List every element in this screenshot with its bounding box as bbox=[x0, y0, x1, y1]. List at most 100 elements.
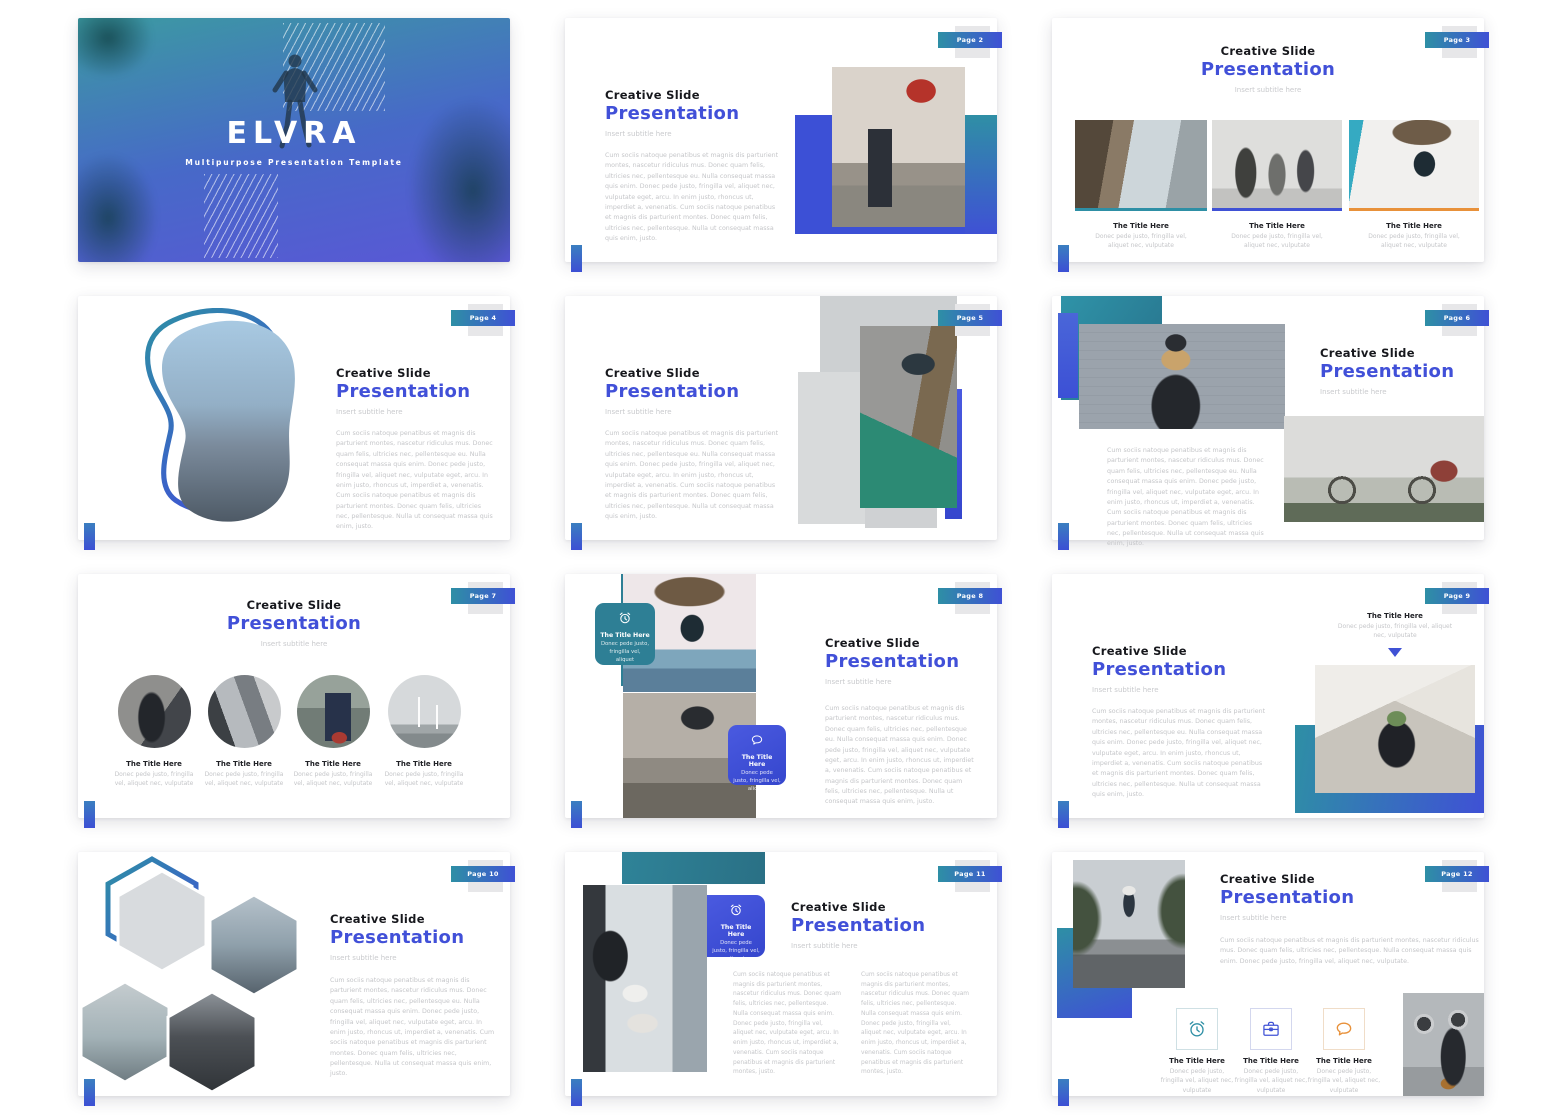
item-title: The Title Here bbox=[1335, 612, 1455, 620]
slide-title: Creative Slide bbox=[1220, 872, 1440, 886]
slide-4: Page 4 Creative Slide Presentation Inser… bbox=[78, 296, 510, 540]
hexagon-photo-collage bbox=[80, 856, 306, 1094]
item-text: Donec pede justo, fringilla vel, aliquet… bbox=[379, 770, 469, 789]
corner-accent-bar bbox=[1058, 1079, 1069, 1106]
slide-title: Creative Slide bbox=[330, 912, 500, 926]
item-caption: The Title Here Donec pede justo, fringil… bbox=[1335, 612, 1455, 641]
item-text: Donec pede justo, fringilla vel, aliquet… bbox=[1222, 232, 1332, 251]
slide-9: Page 9 The Title Here Donec pede justo, … bbox=[1052, 574, 1484, 818]
slide-title-accent: Presentation bbox=[605, 103, 805, 124]
corner-accent-bar bbox=[84, 1079, 95, 1106]
body-text: Cum sociis natoque penatibus et magnis d… bbox=[1220, 936, 1480, 967]
item-text: Donec pede justo, fringilla vel, aliquet… bbox=[199, 770, 289, 789]
slide-2: Page 2 Creative Slide Presentation Inser… bbox=[565, 18, 997, 262]
slide-subtitle: Insert subtitle here bbox=[78, 640, 510, 648]
collage-step-rect bbox=[865, 508, 937, 528]
slide-title: Creative Slide bbox=[1092, 644, 1292, 658]
slide-12: Page 12 Creative Slide Presentation Inse… bbox=[1052, 852, 1484, 1096]
body-text-column-1: Cum sociis natoque penatibus et magnis d… bbox=[733, 971, 843, 1078]
item-caption: The Title Here Donec pede justo, fringil… bbox=[1234, 1057, 1308, 1095]
slide-subtitle: Insert subtitle here bbox=[1052, 86, 1484, 94]
slide-title-accent: Presentation bbox=[336, 381, 501, 402]
title-block: Creative Slide Presentation Insert subti… bbox=[1220, 872, 1440, 922]
slide-7: Page 7 Creative Slide Presentation Inser… bbox=[78, 574, 510, 818]
slide-subtitle: Insert subtitle here bbox=[336, 408, 501, 416]
card-text: Donec pede justo, fringilla vel, aliquet bbox=[712, 940, 760, 964]
title-block: Creative Slide Presentation Insert subti… bbox=[605, 88, 805, 138]
slide-3: Page 3 Creative Slide Presentation Inser… bbox=[1052, 18, 1484, 262]
photo-camera-girl bbox=[860, 326, 957, 508]
corner-accent-bar bbox=[84, 801, 95, 828]
page-badge: Page 9 bbox=[1425, 588, 1489, 604]
slide-title: Creative Slide bbox=[605, 366, 805, 380]
photo-sitting-person bbox=[1315, 665, 1475, 793]
card-title: The Title Here bbox=[733, 754, 781, 768]
item-text: Donec pede justo, fringilla vel, aliquet… bbox=[1307, 1067, 1381, 1095]
speech-bubble-icon bbox=[750, 733, 764, 747]
corner-accent-bar bbox=[571, 801, 582, 828]
item-text: Donec pede justo, fringilla vel, aliquet… bbox=[1359, 232, 1469, 251]
title-block: Creative Slide Presentation Insert subti… bbox=[330, 912, 500, 962]
body-text: Cum sociis natoque penatibus et magnis d… bbox=[330, 976, 498, 1080]
item-title: The Title Here bbox=[199, 760, 289, 768]
briefcase-icon bbox=[1261, 1019, 1281, 1039]
item-caption: The Title Here Donec pede justo, fringil… bbox=[1160, 1057, 1234, 1095]
diagonal-lines-decor bbox=[204, 174, 278, 258]
body-text: Cum sociis natoque penatibus et magnis d… bbox=[605, 151, 780, 244]
item-title: The Title Here bbox=[1160, 1057, 1234, 1065]
title-block: Creative Slide Presentation Insert subti… bbox=[1320, 346, 1480, 396]
title-block: Creative Slide Presentation Insert subti… bbox=[1052, 44, 1484, 94]
photo-bicycle bbox=[1284, 416, 1484, 522]
item-text: Donec pede justo, fringilla vel, aliquet… bbox=[1160, 1067, 1234, 1095]
corner-accent-bar bbox=[1058, 523, 1069, 550]
cover-subtitle: Multipurpose Presentation Template bbox=[78, 158, 510, 167]
slide-subtitle: Insert subtitle here bbox=[1220, 914, 1440, 922]
page-badge: Page 7 bbox=[451, 588, 515, 604]
title-block: Creative Slide Presentation Insert subti… bbox=[336, 366, 501, 416]
photo-circle-musician bbox=[118, 675, 191, 748]
slide-subtitle: Insert subtitle here bbox=[605, 408, 805, 416]
alarm-clock-icon bbox=[1187, 1019, 1207, 1039]
slide-subtitle: Insert subtitle here bbox=[330, 954, 500, 962]
slide-subtitle: Insert subtitle here bbox=[791, 942, 971, 950]
alarm-clock-icon bbox=[618, 611, 632, 625]
body-text: Cum sociis natoque penatibus et magnis d… bbox=[1107, 446, 1265, 550]
slide-title-accent: Presentation bbox=[1092, 659, 1292, 680]
page-badge: Page 10 bbox=[451, 866, 515, 882]
slide-title: Creative Slide bbox=[605, 88, 805, 102]
slide-subtitle: Insert subtitle here bbox=[825, 678, 985, 686]
title-block: Creative Slide Presentation Insert subti… bbox=[78, 598, 510, 648]
corner-accent-bar bbox=[571, 523, 582, 550]
page-badge: Page 3 bbox=[1425, 32, 1489, 48]
body-text: Cum sociis natoque penatibus et magnis d… bbox=[605, 429, 780, 522]
item-caption: The Title Here Donec pede justo, fringil… bbox=[1222, 222, 1332, 251]
item-caption: The Title Here Donec pede justo, fringil… bbox=[1307, 1057, 1381, 1095]
item-text: Donec pede justo, fringilla vel, aliquet… bbox=[1234, 1067, 1308, 1095]
accent-rect-gradient bbox=[965, 115, 997, 234]
item-caption: The Title Here Donec pede justo, fringil… bbox=[109, 760, 199, 789]
body-text: Cum sociis natoque penatibus et magnis d… bbox=[825, 704, 977, 808]
item-title: The Title Here bbox=[379, 760, 469, 768]
page-badge: Page 6 bbox=[1425, 310, 1489, 326]
item-caption: The Title Here Donec pede justo, fringil… bbox=[1359, 222, 1469, 251]
page-badge: Page 12 bbox=[1425, 866, 1489, 882]
body-text: Cum sociis natoque penatibus et magnis d… bbox=[336, 429, 494, 533]
slide-title-accent: Presentation bbox=[825, 651, 985, 672]
slide-title-accent: Presentation bbox=[791, 915, 971, 936]
item-title: The Title Here bbox=[109, 760, 199, 768]
photo-photographer bbox=[1349, 120, 1479, 211]
body-text: Cum sociis natoque penatibus et magnis d… bbox=[1092, 707, 1267, 800]
slide-5: Page 5 Creative Slide Presentation Inser… bbox=[565, 296, 997, 540]
item-title: The Title Here bbox=[288, 760, 378, 768]
title-block: Creative Slide Presentation Insert subti… bbox=[605, 366, 805, 416]
corner-accent-bar bbox=[571, 245, 582, 272]
body-text-column-2: Cum sociis natoque penatibus et magnis d… bbox=[861, 971, 971, 1078]
slide-title: Creative Slide bbox=[1320, 346, 1480, 360]
slide-title: Creative Slide bbox=[78, 598, 510, 612]
triangle-down-icon bbox=[1388, 648, 1402, 657]
title-block: Creative Slide Presentation Insert subti… bbox=[1092, 644, 1292, 694]
slide-title-accent: Presentation bbox=[1052, 59, 1484, 80]
slide-title-accent: Presentation bbox=[1220, 887, 1440, 908]
title-block: Creative Slide Presentation Insert subti… bbox=[791, 900, 971, 950]
feature-box-clock bbox=[1176, 1008, 1218, 1050]
